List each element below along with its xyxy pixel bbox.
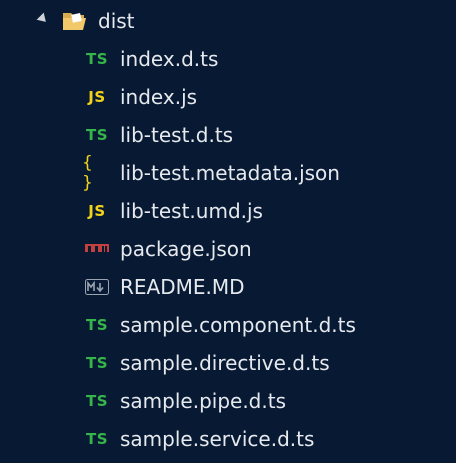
- file-row[interactable]: JS index.js: [0, 78, 456, 116]
- javascript-icon: JS: [88, 88, 106, 106]
- file-label: lib-test.metadata.json: [120, 161, 340, 185]
- file-row[interactable]: TS sample.pipe.d.ts: [0, 382, 456, 420]
- typescript-icon: TS: [85, 392, 109, 410]
- folder-label: dist: [98, 9, 135, 33]
- typescript-icon: TS: [85, 430, 109, 448]
- npm-icon: [82, 237, 112, 261]
- chevron-down-icon[interactable]: [36, 12, 50, 26]
- typescript-icon: TS: [85, 354, 109, 372]
- file-label: lib-test.d.ts: [120, 123, 234, 147]
- file-label: index.js: [120, 85, 198, 109]
- file-label: lib-test.umd.js: [120, 199, 263, 223]
- typescript-icon: TS: [85, 316, 109, 334]
- folder-open-icon: [62, 10, 88, 32]
- file-row[interactable]: { } lib-test.metadata.json: [0, 153, 456, 193]
- file-explorer: dist TS index.d.ts JS index.js TS lib-test.d.…: [0, 0, 456, 463]
- javascript-icon: JS: [88, 202, 106, 220]
- file-label: sample.pipe.d.ts: [120, 389, 286, 413]
- file-row[interactable]: README.MD: [0, 268, 456, 306]
- file-label: sample.directive.d.ts: [120, 351, 330, 375]
- file-row[interactable]: TS sample.service.d.ts: [0, 420, 456, 458]
- file-row[interactable]: TS sample.directive.d.ts: [0, 344, 456, 382]
- typescript-icon: TS: [85, 50, 109, 68]
- file-label: index.d.ts: [120, 47, 219, 71]
- folder-row-dist[interactable]: dist: [0, 2, 456, 40]
- json-icon: { }: [82, 153, 96, 193]
- markdown-icon: [82, 275, 112, 299]
- file-row[interactable]: JS lib-test.umd.js: [0, 192, 456, 230]
- file-row[interactable]: TS index.d.ts: [0, 40, 456, 78]
- file-row[interactable]: TS lib-test.d.ts: [0, 116, 456, 154]
- file-row[interactable]: TS sample.component.d.ts: [0, 306, 456, 344]
- file-label: sample.service.d.ts: [120, 427, 315, 451]
- typescript-icon: TS: [85, 126, 109, 144]
- file-label: sample.component.d.ts: [120, 313, 356, 337]
- file-label: README.MD: [120, 275, 245, 299]
- file-label: package.json: [120, 237, 252, 261]
- file-row[interactable]: package.json: [0, 230, 456, 268]
